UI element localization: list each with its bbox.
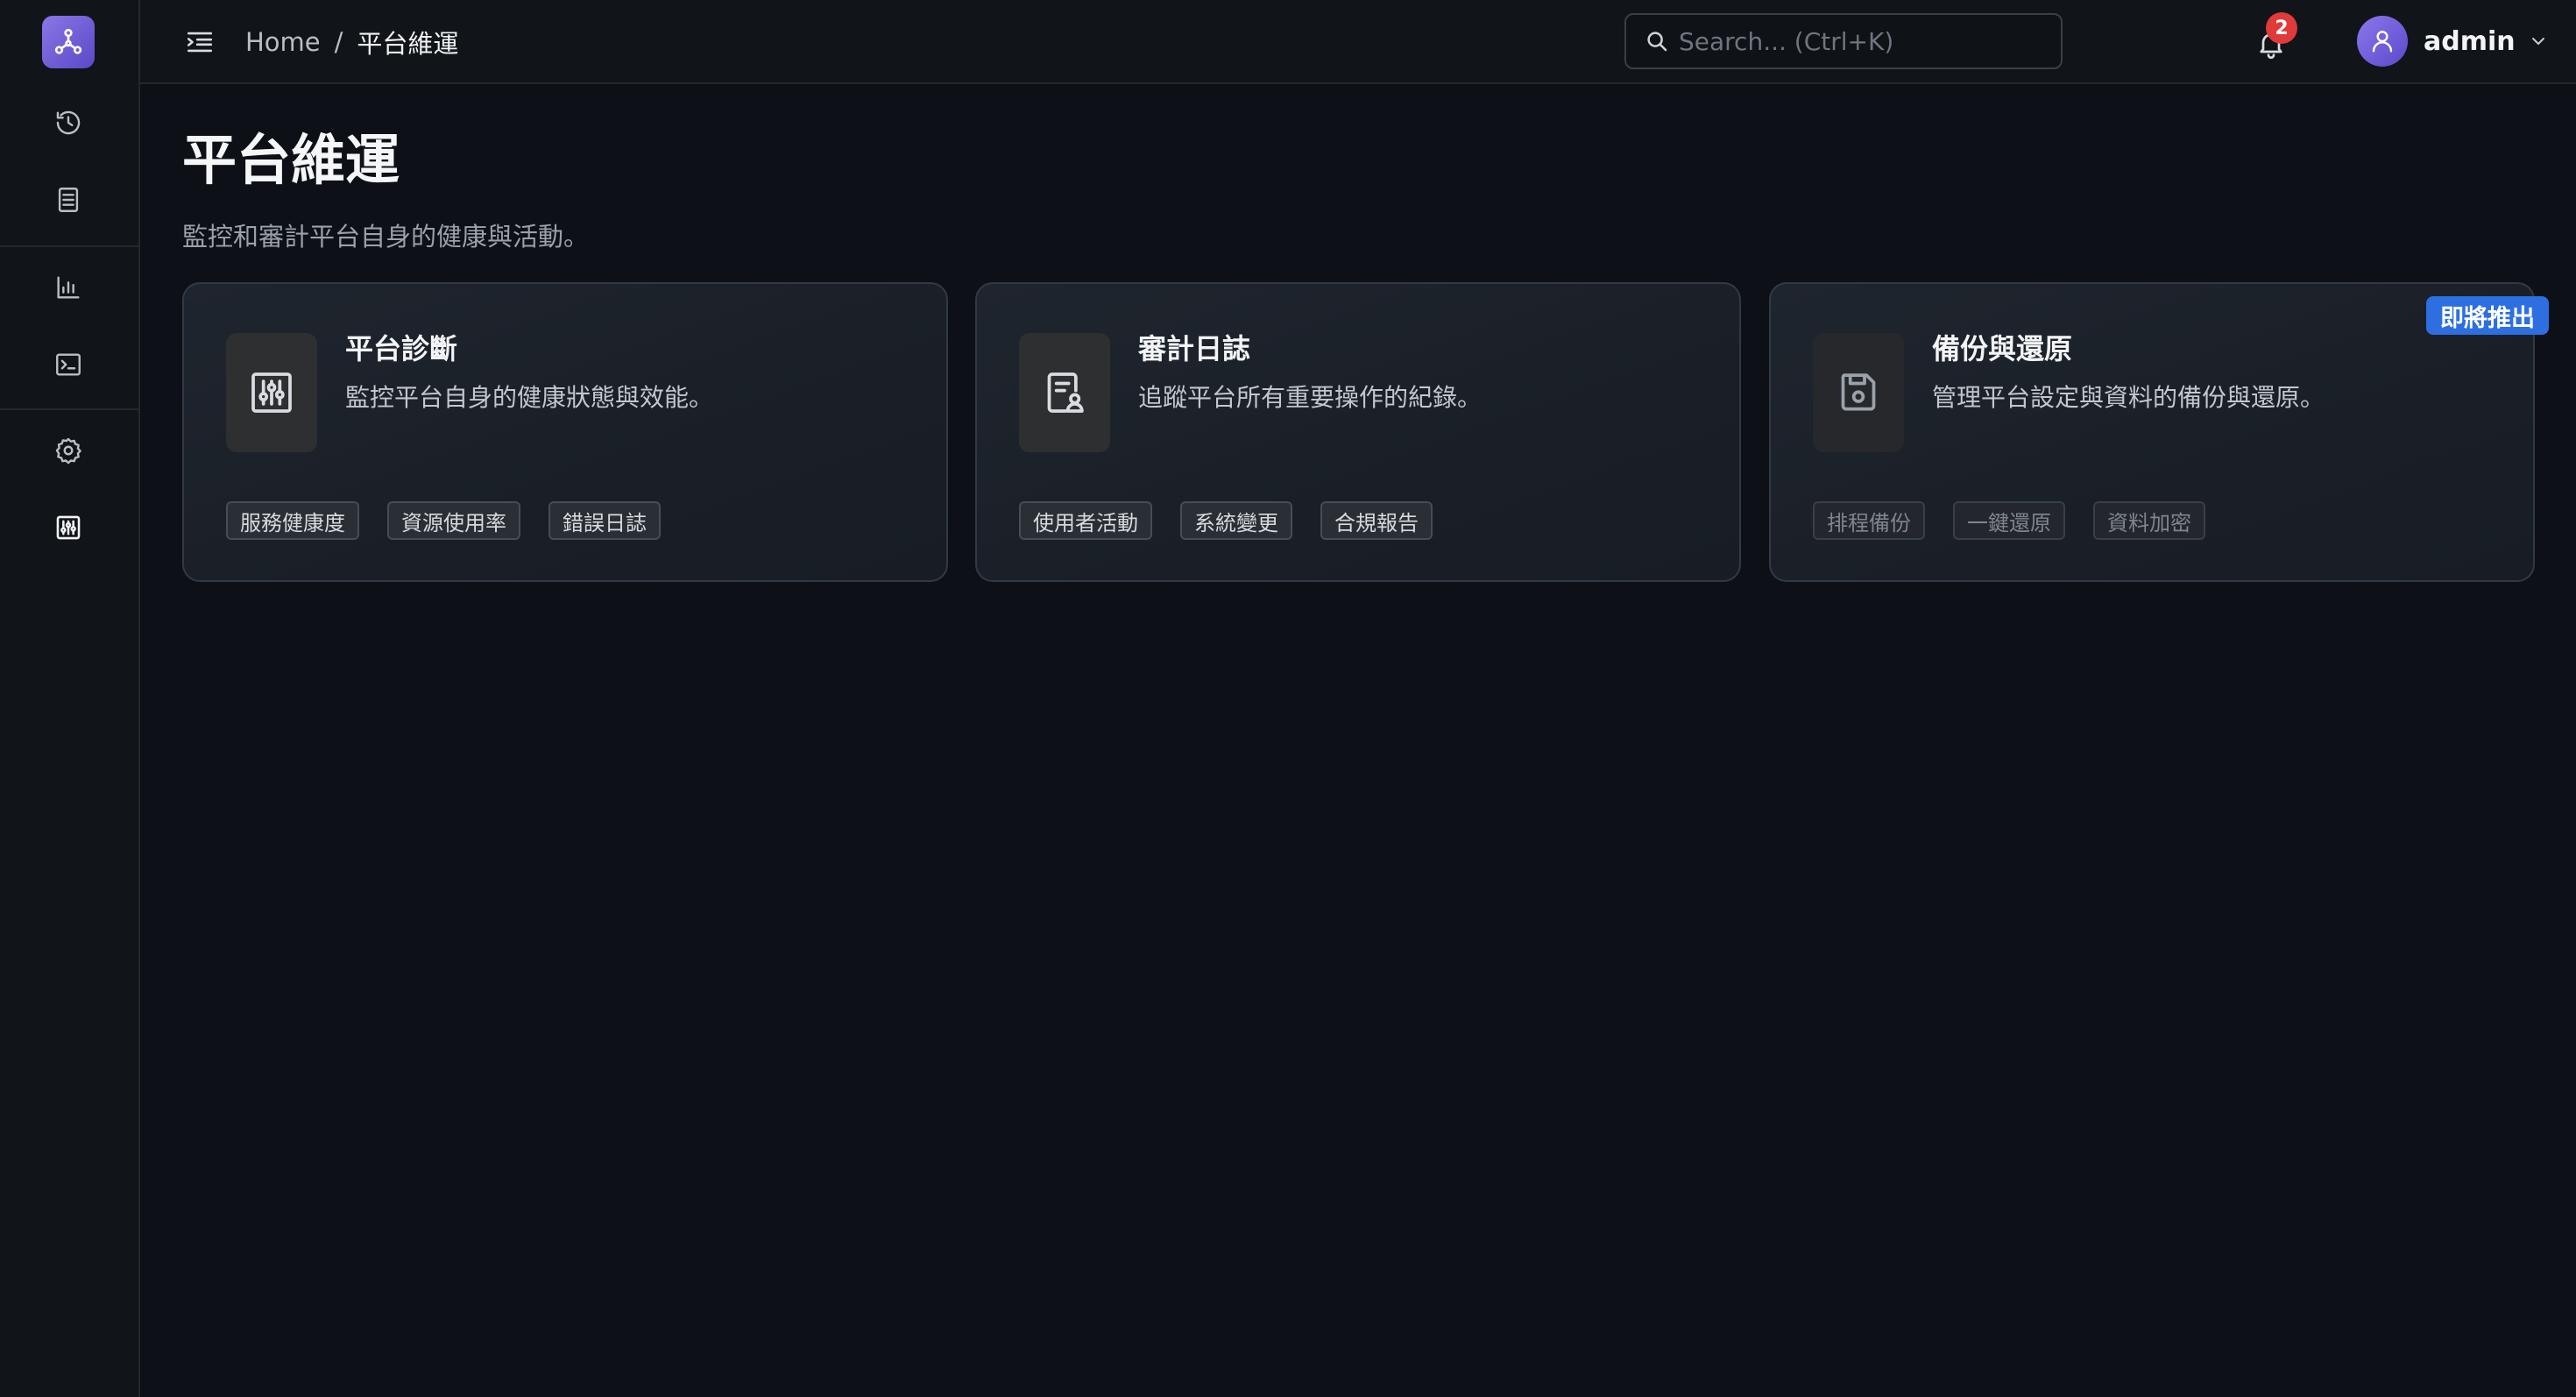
tag: 系統變更 [1180,501,1292,540]
card-tags: 使用者活動 系統變更 合規報告 [1019,501,1461,540]
sidebar-divider [0,245,138,247]
app-logo[interactable] [42,16,95,68]
card-description: 管理平台設定與資料的備份與還原。 [1932,383,2325,412]
history-icon [56,110,81,135]
tag: 資源使用率 [387,501,520,540]
card-tags: 服務健康度 資源使用率 錯誤日誌 [226,501,689,540]
breadcrumb-separator: / [334,27,343,57]
tag: 資料加密 [2093,501,2205,540]
page-description: 監控和審計平台自身的健康與活動。 [182,222,590,252]
search-input[interactable] [1677,17,2061,66]
page-title: 平台維運 [182,128,400,192]
indent-menu-icon [187,32,213,53]
card-tags: 排程備份 一鍵還原 資料加密 [1813,501,2233,540]
coming-soon-badge: 即將推出 [2426,296,2549,335]
sidebar-item-settings[interactable] [46,428,91,473]
user-menu[interactable]: admin [2357,14,2549,68]
breadcrumb-current: 平台維運 [357,29,459,59]
sidebar-item-platform-ops[interactable] [46,505,91,550]
card-icon-container [226,333,317,452]
tag: 服務健康度 [226,501,359,540]
global-search[interactable] [1624,13,2063,69]
gear-icon [55,437,81,464]
avatar [2357,16,2408,67]
card-backup-restore: 即將推出 備份與還原 管理平台設定與資料的備份與還原。 排程備份 一鍵還原 資料… [1769,282,2549,582]
user-name: admin [2424,25,2516,57]
audit-document-icon [1047,372,1084,413]
card-title: 審計日誌 [1138,332,1251,365]
notification-count-badge: 2 [2266,12,2297,44]
bar-chart-icon [57,276,80,299]
tag: 錯誤日誌 [548,501,661,540]
sliders-icon [56,515,81,540]
card-description: 追蹤平台所有重要操作的紀錄。 [1138,383,1483,412]
sidebar-item-analytics[interactable] [46,265,91,310]
breadcrumb-home-link[interactable]: Home [245,27,321,57]
breadcrumb: Home / 平台維運 [245,25,458,60]
tag: 排程備份 [1813,501,1925,540]
terminal-icon [56,353,81,376]
card-audit-logs[interactable]: 審計日誌 追蹤平台所有重要操作的紀錄。 使用者活動 系統變更 合規報告 [975,282,1741,582]
card-icon-container [1019,333,1110,452]
save-disk-icon [1841,373,1876,411]
chevron-down-icon [2531,38,2544,45]
sidebar-divider [0,408,138,410]
search-icon [1647,32,1667,52]
tag: 一鍵還原 [1953,501,2065,540]
card-platform-diagnostics[interactable]: 平台診斷 監控平台自身的健康狀態與效能。 服務健康度 資源使用率 錯誤日誌 [182,282,948,582]
network-logo-icon [54,28,82,54]
sliders-icon [251,372,292,413]
user-icon [2372,31,2393,53]
menu-toggle-button[interactable] [180,23,219,61]
sidebar-item-history[interactable] [46,100,91,145]
card-description: 監控平台自身的健康狀態與效能。 [345,383,714,412]
card-title: 平台診斷 [345,332,458,365]
card-icon-container [1813,333,1904,452]
tag: 合規報告 [1320,501,1433,540]
sidebar-item-servers[interactable] [46,177,91,223]
sidebar [0,0,140,1397]
sidebar-item-terminal[interactable] [46,342,91,387]
tag: 使用者活動 [1019,501,1152,540]
top-bar: Home / 平台維運 [140,0,2576,84]
server-list-icon [58,188,79,212]
card-title: 備份與還原 [1932,332,2073,365]
